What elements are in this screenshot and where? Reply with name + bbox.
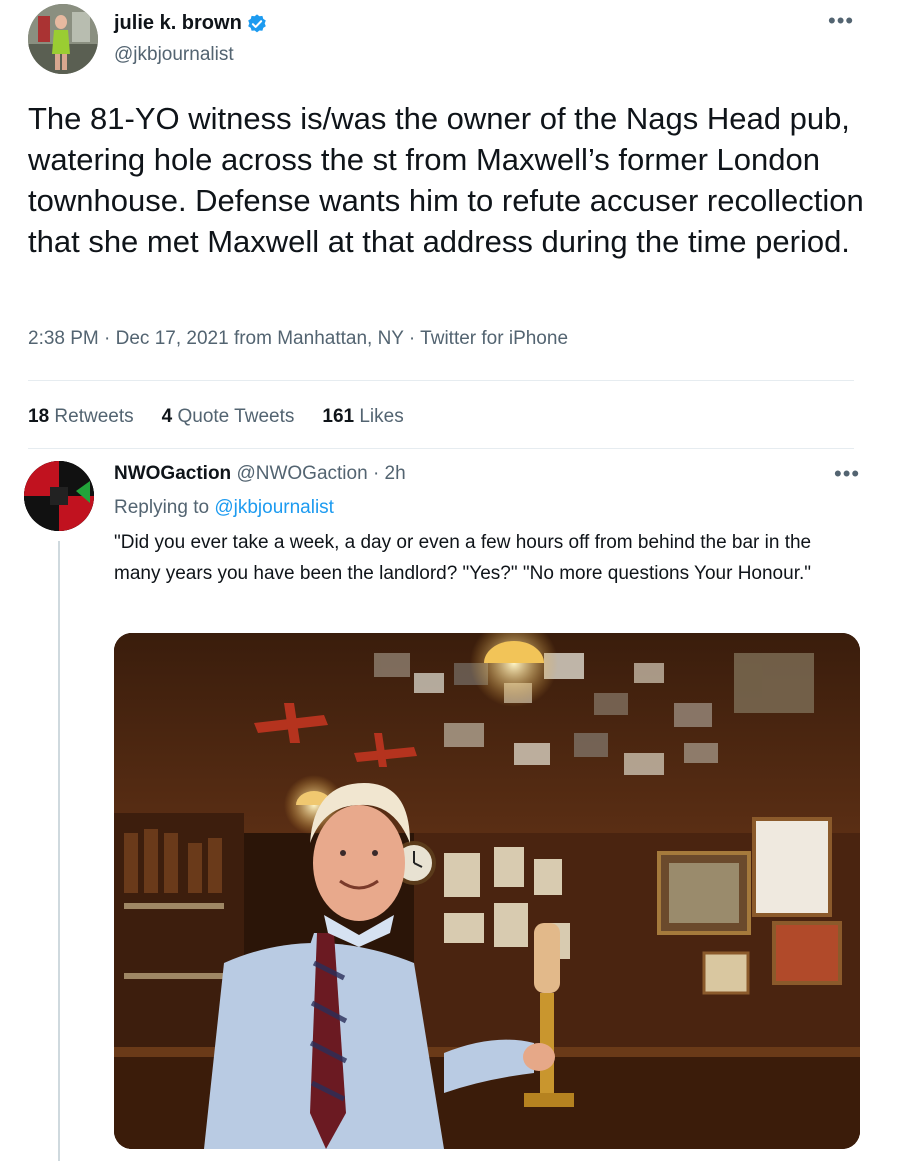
reply-time[interactable]: · 2h bbox=[373, 463, 406, 484]
author-name[interactable]: julie k. brown bbox=[114, 12, 268, 35]
verified-badge-icon bbox=[246, 13, 268, 35]
likes-label: Likes bbox=[359, 406, 404, 427]
reply-author-name[interactable]: NWOGaction bbox=[114, 463, 231, 484]
divider bbox=[28, 448, 854, 449]
retweets-count: 18 bbox=[28, 406, 50, 427]
tweet-stats: 18 Retweets 4 Quote Tweets 161 Likes bbox=[28, 406, 404, 428]
quotes-stat[interactable]: 4 Quote Tweets bbox=[162, 406, 295, 428]
likes-stat[interactable]: 161 Likes bbox=[322, 406, 403, 428]
ellipsis-icon[interactable]: ••• bbox=[828, 8, 854, 34]
pub-photo[interactable] bbox=[114, 633, 860, 1149]
author-handle[interactable]: @jkbjournalist bbox=[114, 44, 234, 66]
retweets-label: Retweets bbox=[54, 406, 134, 427]
quotes-label: Quote Tweets bbox=[177, 406, 295, 427]
tweet-text: The 81-YO witness is/was the owner of th… bbox=[28, 101, 864, 259]
reply-author-handle[interactable]: @NWOGaction bbox=[236, 463, 367, 484]
replying-handle-link[interactable]: @jkbjournalist bbox=[214, 497, 334, 518]
avatar[interactable] bbox=[28, 4, 98, 74]
retweets-stat[interactable]: 18 Retweets bbox=[28, 406, 134, 428]
reply-tweet: NWOGaction @NWOGaction · 2h ••• Replying… bbox=[0, 455, 900, 1161]
likes-count: 161 bbox=[322, 406, 355, 427]
replying-to: Replying to @jkbjournalist bbox=[114, 497, 334, 519]
quotes-count: 4 bbox=[161, 406, 173, 427]
ellipsis-icon[interactable]: ••• bbox=[834, 461, 860, 487]
thread-line bbox=[58, 541, 60, 1161]
reply-header: NWOGaction @NWOGaction · 2h bbox=[114, 463, 406, 485]
replying-prefix: Replying to bbox=[114, 497, 210, 518]
reply-text: "Did you ever take a week, a day or even… bbox=[114, 532, 812, 584]
main-tweet: julie k. brown @jkbjournalist ••• The 81… bbox=[0, 0, 900, 455]
author-name-text[interactable]: julie k. brown bbox=[114, 12, 242, 35]
tweet-timestamp[interactable]: 2:38 PM · Dec 17, 2021 from Manhattan, N… bbox=[28, 328, 568, 350]
avatar[interactable] bbox=[24, 461, 94, 531]
divider bbox=[28, 380, 854, 381]
